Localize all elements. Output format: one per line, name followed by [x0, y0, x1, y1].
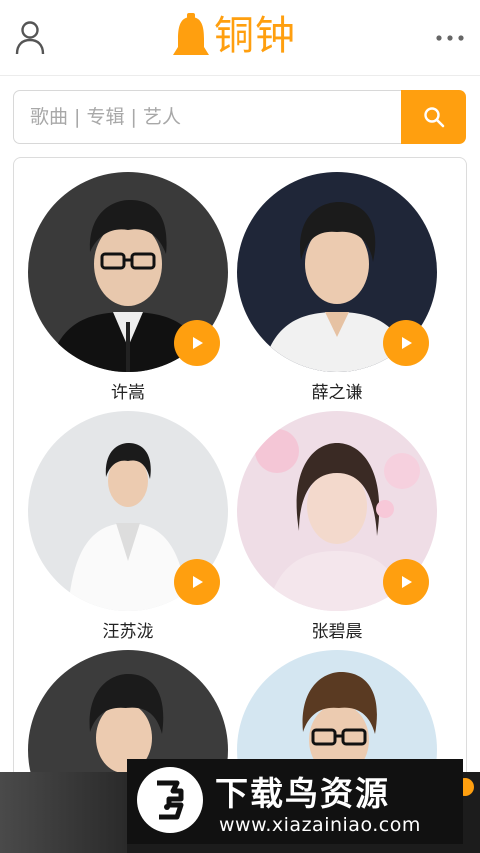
watermark-fade [0, 772, 127, 853]
play-button[interactable] [174, 320, 220, 366]
watermark-logo-icon [137, 767, 203, 833]
search-bar [13, 90, 466, 144]
artist-card[interactable]: 薛之谦 [237, 172, 437, 404]
play-icon [193, 337, 203, 349]
play-button[interactable] [383, 559, 429, 605]
artist-card[interactable]: 张碧晨 [237, 411, 437, 643]
watermark-banner: 下载鸟资源 www.xiazainiao.com [127, 759, 463, 844]
artist-name: 张碧晨 [311, 622, 363, 642]
artist-name: 许嵩 [111, 383, 145, 403]
watermark-url: www.xiazainiao.com [219, 814, 421, 836]
artist-card[interactable]: 汪苏泷 [28, 411, 228, 643]
artist-card[interactable]: 许嵩 [28, 172, 228, 404]
watermark-title: 下载鸟资源 [215, 774, 390, 813]
artist-name: 汪苏泷 [102, 622, 154, 642]
play-icon [402, 337, 412, 349]
play-button[interactable] [383, 320, 429, 366]
play-icon [193, 576, 203, 588]
more-dots-icon[interactable] [432, 30, 468, 46]
artist-name: 薛之谦 [311, 383, 363, 403]
app-logo[interactable]: 铜钟 [170, 10, 296, 62]
user-icon[interactable] [14, 20, 46, 56]
search-input[interactable] [13, 90, 413, 144]
search-button[interactable] [401, 90, 466, 144]
app-title: 铜钟 [214, 13, 296, 59]
artist-grid: 许嵩 薛之谦 汪苏泷 张碧晨 [13, 157, 467, 853]
bell-icon [173, 13, 209, 55]
top-bar: 铜钟 [0, 0, 480, 76]
play-icon [402, 576, 412, 588]
play-button[interactable] [174, 559, 220, 605]
search-icon [423, 107, 444, 128]
